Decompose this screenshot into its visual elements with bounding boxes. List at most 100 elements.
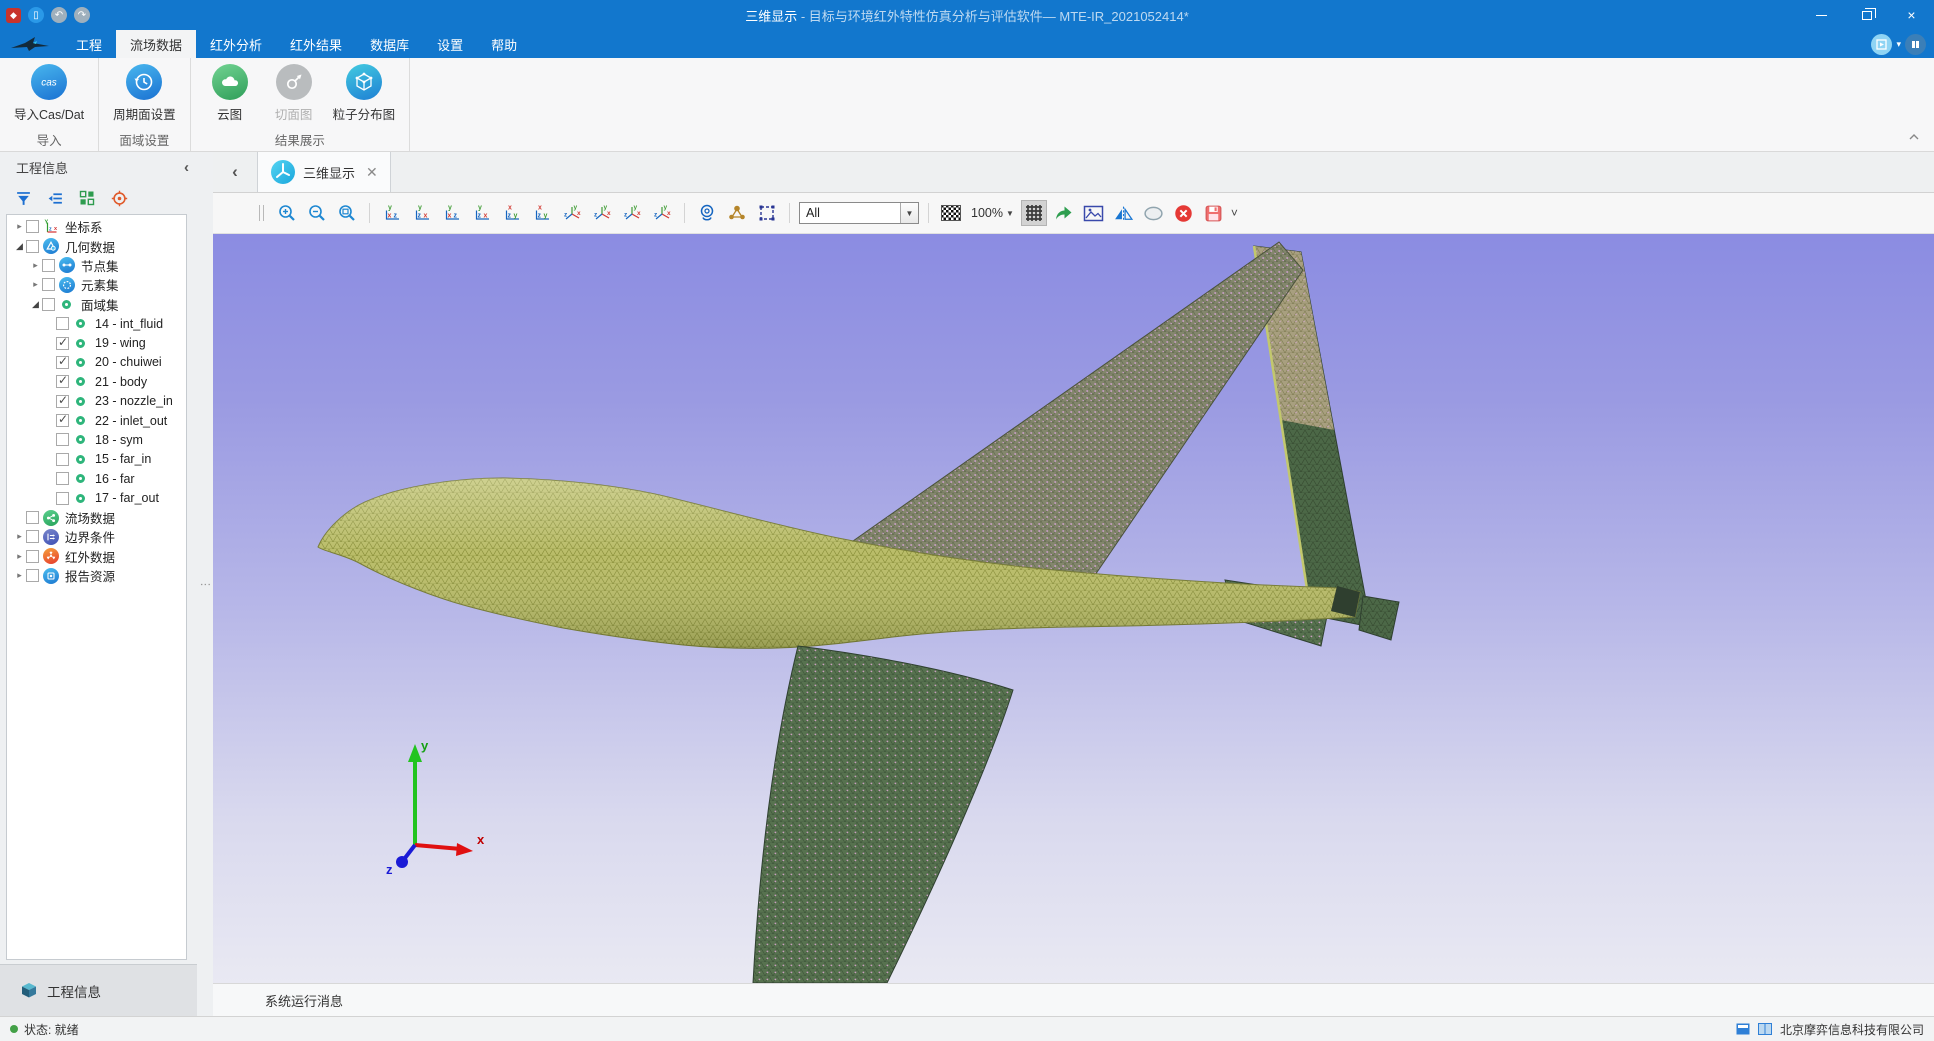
filter-icon[interactable]: [12, 187, 34, 209]
display-filter-select[interactable]: All▼: [799, 202, 919, 224]
tree-item[interactable]: ▸报告资源: [7, 566, 186, 585]
menu-tab-6[interactable]: 设置: [423, 30, 477, 58]
tree-checkbox[interactable]: [42, 259, 55, 272]
restore-button[interactable]: [1844, 0, 1889, 30]
tree-checkbox[interactable]: [56, 472, 69, 485]
tab-close-icon[interactable]: ✕: [366, 164, 378, 181]
tree-item[interactable]: 22 - inlet_out: [7, 411, 186, 430]
shape-icon[interactable]: [1141, 200, 1167, 226]
panel-dock[interactable]: 工程信息: [0, 964, 197, 1016]
view-top-icon[interactable]: xzy: [499, 200, 525, 226]
screenshot-icon[interactable]: [1081, 200, 1107, 226]
panel-splitter[interactable]: ⋮: [197, 152, 213, 1016]
tree-item[interactable]: 18 - sym: [7, 430, 186, 449]
list-icon[interactable]: [44, 187, 66, 209]
tree-item[interactable]: ▸红外数据: [7, 547, 186, 566]
tree-checkbox[interactable]: [26, 550, 39, 563]
tree-checkbox[interactable]: [26, 569, 39, 582]
theme-caret-icon[interactable]: ▾: [1896, 39, 1901, 50]
view-back-icon[interactable]: yzx: [409, 200, 435, 226]
mirror-icon[interactable]: [1111, 200, 1137, 226]
tree-checkbox[interactable]: [56, 356, 69, 369]
tree-item[interactable]: ◢面域集: [7, 295, 186, 314]
tree-checkbox[interactable]: [56, 453, 69, 466]
view-bottom-icon[interactable]: xzy: [529, 200, 555, 226]
help-book-button[interactable]: [1905, 34, 1926, 55]
theme-button[interactable]: [1871, 34, 1892, 55]
tree-checkbox[interactable]: [56, 375, 69, 388]
tree-item[interactable]: 14 - int_fluid: [7, 314, 186, 333]
tree-item[interactable]: 23 - nozzle_in: [7, 392, 186, 411]
view-front-icon[interactable]: yxz: [379, 200, 405, 226]
tree-checkbox[interactable]: [56, 414, 69, 427]
tree-twisty-icon[interactable]: ▸: [29, 260, 42, 271]
ribbon-collapse-chevron[interactable]: [1908, 128, 1920, 146]
menu-tab-7[interactable]: 帮助: [477, 30, 531, 58]
viewport-3d[interactable]: x y z: [213, 234, 1934, 983]
tree-twisty-icon[interactable]: ▸: [13, 551, 26, 562]
grid-view-icon[interactable]: [76, 187, 98, 209]
tree-checkbox[interactable]: [56, 337, 69, 350]
redo-icon[interactable]: ↷: [74, 7, 90, 23]
ribbon-button-particle-map[interactable]: 粒子分布图: [329, 64, 400, 123]
tree-checkbox[interactable]: [56, 433, 69, 446]
window-layout-icon[interactable]: [1736, 1023, 1750, 1035]
tree-twisty-icon[interactable]: ▸: [13, 531, 26, 542]
view-iso-sw-icon[interactable]: yxz: [649, 200, 675, 226]
view-iso-se-icon[interactable]: yxz: [619, 200, 645, 226]
target-icon[interactable]: [108, 187, 130, 209]
delete-icon[interactable]: [1171, 200, 1197, 226]
ribbon-button-period-face[interactable]: 周期面设置: [109, 64, 180, 123]
tree-item[interactable]: 流场数据: [7, 508, 186, 527]
tab-scroll-left-icon[interactable]: ‹: [213, 152, 257, 192]
grid-icon[interactable]: [1021, 200, 1047, 226]
toolbar-drag-handle[interactable]: [259, 205, 264, 221]
menu-tab-5[interactable]: 数据库: [356, 30, 423, 58]
combo-dropdown-icon[interactable]: ▼: [900, 203, 918, 223]
panel-collapse-arrow[interactable]: ‹: [184, 159, 189, 176]
tree-twisty-icon[interactable]: ◢: [13, 241, 26, 252]
tree-twisty-icon[interactable]: ▸: [29, 279, 42, 290]
tree-checkbox[interactable]: [26, 240, 39, 253]
close-button[interactable]: ×: [1889, 0, 1934, 30]
tree-checkbox[interactable]: [56, 317, 69, 330]
tree-twisty-icon[interactable]: ▸: [13, 570, 26, 581]
view-iso-nw-icon[interactable]: yxz: [589, 200, 615, 226]
view-right-icon[interactable]: yzx: [469, 200, 495, 226]
tree-item[interactable]: 16 - far: [7, 469, 186, 488]
menu-tab-2[interactable]: 流场数据: [116, 30, 196, 58]
tree-item[interactable]: ▸Yzx坐标系: [7, 217, 186, 236]
tree-item[interactable]: ◢几何数据: [7, 236, 186, 255]
tree-item[interactable]: 19 - wing: [7, 333, 186, 352]
tree-item[interactable]: 17 - far_out: [7, 488, 186, 507]
tree-checkbox[interactable]: [56, 492, 69, 505]
split-layout-icon[interactable]: [1758, 1023, 1772, 1035]
save-options-caret-icon[interactable]: ˅: [1231, 206, 1238, 220]
zoom-level-dropdown[interactable]: 100%▼: [968, 206, 1017, 220]
tree-item[interactable]: 21 - body: [7, 372, 186, 391]
tree-item[interactable]: ▸元素集: [7, 275, 186, 294]
new-document-icon[interactable]: ▯: [28, 7, 44, 23]
camera-icon[interactable]: [694, 200, 720, 226]
view-left-icon[interactable]: yxz: [439, 200, 465, 226]
tree-checkbox[interactable]: [26, 530, 39, 543]
save-icon[interactable]: [1201, 200, 1227, 226]
share-arrow-icon[interactable]: [1051, 200, 1077, 226]
select-rect-icon[interactable]: [754, 200, 780, 226]
tree-item[interactable]: 20 - chuiwei: [7, 353, 186, 372]
checker-icon[interactable]: [938, 200, 964, 226]
zoom-in-icon[interactable]: [274, 200, 300, 226]
zoom-fit-icon[interactable]: [334, 200, 360, 226]
tree-item[interactable]: ▸节点集: [7, 256, 186, 275]
tree-checkbox[interactable]: [42, 278, 55, 291]
tree-checkbox[interactable]: [26, 511, 39, 524]
view-iso-ne-icon[interactable]: yxz: [559, 200, 585, 226]
menu-tab-3[interactable]: 红外分析: [196, 30, 276, 58]
menu-tab-1[interactable]: 工程: [62, 30, 116, 58]
molecule-icon[interactable]: [724, 200, 750, 226]
tree-item[interactable]: ▸边界条件: [7, 527, 186, 546]
app-logo-icon[interactable]: ◆: [6, 8, 21, 23]
tab-3d-view[interactable]: 三维显示 ✕: [257, 152, 391, 192]
minimize-button[interactable]: [1799, 0, 1844, 30]
ribbon-button-cloud-map[interactable]: 云图: [201, 64, 259, 123]
